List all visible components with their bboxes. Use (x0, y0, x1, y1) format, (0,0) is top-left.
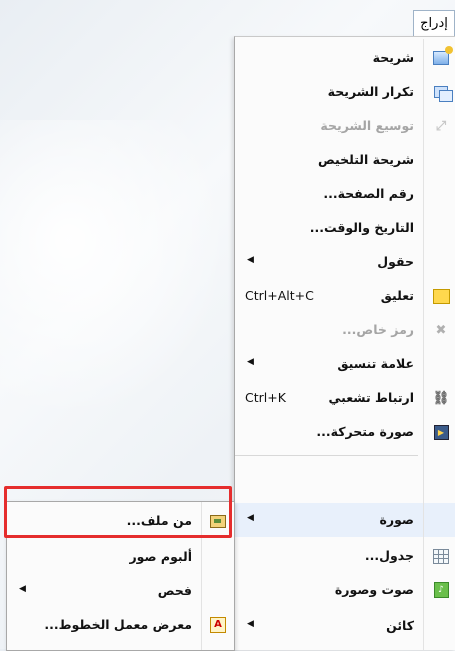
menu-item-label: صورة (379, 512, 415, 527)
submenu-item-photo-album[interactable]: ألبوم صور (7, 540, 234, 574)
menu-item-label: تكرار الشريحة (327, 84, 414, 99)
menu-item-label: شريحة (372, 50, 414, 65)
menu-item-formatting-mark[interactable]: علامة تنسيق ◀ (235, 347, 455, 381)
menu-item-label: تعليق (380, 288, 414, 303)
submenu-item-fontwork[interactable]: A معرض معمل الخطوط... (7, 608, 234, 642)
menu-item-label: جدول... (364, 548, 414, 563)
menu-item-label: علامة تنسيق (337, 356, 414, 371)
media-icon: ♪ (432, 581, 450, 599)
menu-item-media[interactable]: ♪ صوت وصورة (235, 573, 455, 607)
highlight-box (4, 486, 232, 538)
menu-item-expand-slide: ⤢ توسيع الشريحة (235, 109, 455, 143)
menu-item-table[interactable]: جدول... (235, 539, 455, 573)
fontwork-icon: A (210, 617, 226, 633)
menu-item-label: رقم الصفحة... (323, 186, 414, 201)
menu-insert-label: إدراج (420, 16, 448, 31)
menu-item-label: رمز خاص... (342, 322, 414, 337)
menu-item-label: التاريخ والوقت... (309, 220, 414, 235)
menu-item-image[interactable]: صورة ◀ (235, 503, 455, 537)
menu-item-label: كائن (386, 618, 414, 633)
submenu-item-label: معرض معمل الخطوط... (44, 617, 192, 632)
menu-item-date-time[interactable]: التاريخ والوقت... (235, 211, 455, 245)
submenu-arrow-icon: ◀ (247, 255, 254, 265)
menu-item-duplicate-slide[interactable]: تكرار الشريحة (235, 75, 455, 109)
menu-item-label: صورة متحركة... (316, 424, 414, 439)
insert-menu: شريحة تكرار الشريحة ⤢ توسيع الشريحة شريح… (234, 36, 455, 650)
menu-item-object[interactable]: كائن ◀ (235, 609, 455, 643)
menu-item-label: صوت وصورة (334, 582, 414, 597)
submenu-item-label: ألبوم صور (129, 549, 192, 564)
menu-item-label: توسيع الشريحة (320, 118, 414, 133)
menu-item-page-number[interactable]: رقم الصفحة... (235, 177, 455, 211)
menu-item-hyperlink[interactable]: ⛓ ارتباط تشعبي Ctrl+K (235, 381, 455, 415)
menu-item-fields[interactable]: حقول ◀ (235, 245, 455, 279)
submenu-item-scan[interactable]: فحص ◀ (7, 574, 234, 608)
shortcut-text: Ctrl+K (245, 390, 286, 405)
duplicate-slide-icon (432, 83, 453, 102)
menu-item-special-character: ✖ رمز خاص... (235, 313, 455, 347)
animated-image-icon: ▶ (432, 423, 450, 441)
new-slide-icon (432, 46, 453, 67)
hyperlink-icon: ⛓ (432, 390, 450, 406)
menu-item-comment[interactable]: تعليق Ctrl+Alt+C (235, 279, 455, 313)
submenu-arrow-icon: ◀ (247, 357, 254, 367)
menu-item-summary-slide[interactable]: شريحة التلخيص (235, 143, 455, 177)
menu-item-animated-image[interactable]: ▶ صورة متحركة... (235, 415, 455, 449)
submenu-arrow-icon: ◀ (247, 619, 254, 629)
menu-item-label: ارتباط تشعبي (328, 390, 414, 405)
submenu-arrow-icon: ◀ (19, 584, 26, 594)
menu-separator (235, 455, 418, 456)
background-glow (0, 120, 230, 420)
menu-item-label: شريحة التلخيص (317, 152, 414, 167)
special-character-icon: ✖ (435, 322, 447, 338)
submenu-arrow-icon: ◀ (247, 513, 254, 523)
menu-item-label: حقول (377, 254, 414, 269)
comment-icon (432, 287, 450, 305)
table-icon (432, 547, 450, 565)
submenu-item-label: فحص (157, 583, 192, 598)
menu-item-slide[interactable]: شريحة (235, 41, 455, 75)
expand-slide-icon: ⤢ (435, 118, 447, 134)
menu-insert[interactable]: إدراج (413, 10, 455, 36)
shortcut-text: Ctrl+Alt+C (245, 288, 314, 303)
